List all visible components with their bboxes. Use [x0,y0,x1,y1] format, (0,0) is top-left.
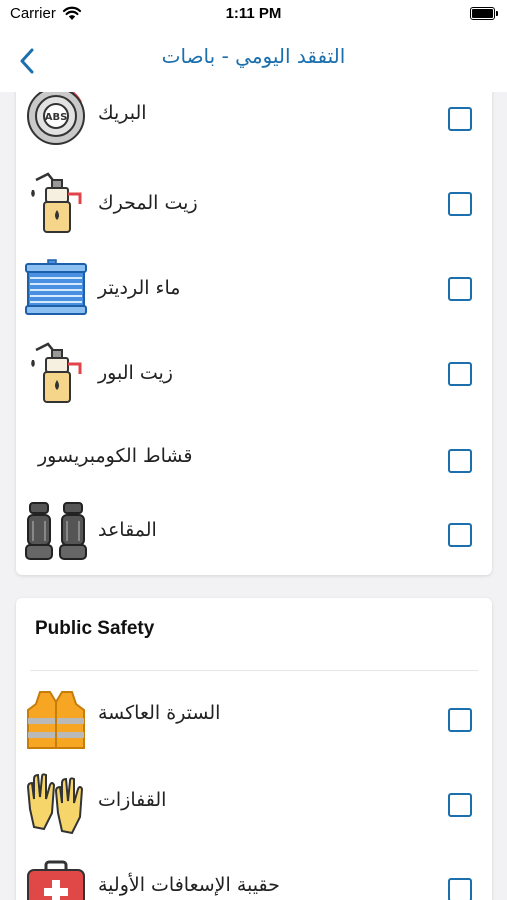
checkbox-gloves[interactable] [448,793,472,817]
list-item: حقيبة الإسعافات الأولية [16,848,492,900]
gloves-icon [24,773,88,837]
checkbox-compressor-belt[interactable] [448,449,472,473]
list-item: قشاط الكومبريسور [16,417,492,497]
checklist-scroll[interactable]: ABS البريك زيت المحرك ماء الرديتر زيت ال… [0,92,507,900]
oil-can-icon [24,340,88,404]
checkbox-seats[interactable] [448,523,472,547]
first-aid-kit-icon [24,858,88,900]
item-label-reflective-vest: السترة العاكسة [98,702,221,724]
item-label-brake: البريك [98,102,147,124]
list-item: ABS البريك [16,92,492,162]
item-label-engine-oil: زيت المحرك [98,192,198,214]
checkbox-radiator-water[interactable] [448,277,472,301]
car-seats-icon [24,501,88,565]
list-item: زيت المحرك [16,162,492,247]
checkbox-brake[interactable] [448,107,472,131]
item-label-seats: المقاعد [98,519,157,541]
item-label-first-aid-kit: حقيبة الإسعافات الأولية [98,874,280,896]
battery-icon [470,7,498,20]
section-divider [30,670,478,671]
svg-text:ABS: ABS [45,112,68,123]
list-item: زيت البور [16,332,492,417]
status-bar: Carrier 1:11 PM [0,0,507,30]
public-safety-card: Public Safety السترة العاكسة القفازات حق… [16,598,492,900]
item-label-radiator-water: ماء الرديتر [98,277,181,299]
checkbox-power-steering-oil[interactable] [448,362,472,386]
list-item: المقاعد [16,497,492,575]
checkbox-reflective-vest[interactable] [448,708,472,732]
item-label-gloves: القفازات [98,789,167,811]
list-item: السترة العاكسة [16,678,492,763]
vehicle-checklist-card: ABS البريك زيت المحرك ماء الرديتر زيت ال… [16,92,492,575]
item-label-power-steering-oil: زيت البور [98,362,173,384]
abs-brake-icon: ABS [24,92,88,146]
item-label-compressor-belt: قشاط الكومبريسور [38,445,193,467]
safety-vest-icon [24,688,88,752]
oil-can-icon [24,170,88,234]
checkbox-first-aid-kit[interactable] [448,878,472,900]
status-time: 1:11 PM [225,5,282,22]
list-item: ماء الرديتر [16,247,492,332]
page-title: التفقد اليومي - باصات [161,44,346,68]
list-item: القفازات [16,763,492,848]
radiator-icon [24,258,88,322]
section-title: Public Safety [35,618,155,639]
navigation-bar: التفقد اليومي - باصات [0,30,507,92]
checkbox-engine-oil[interactable] [448,192,472,216]
